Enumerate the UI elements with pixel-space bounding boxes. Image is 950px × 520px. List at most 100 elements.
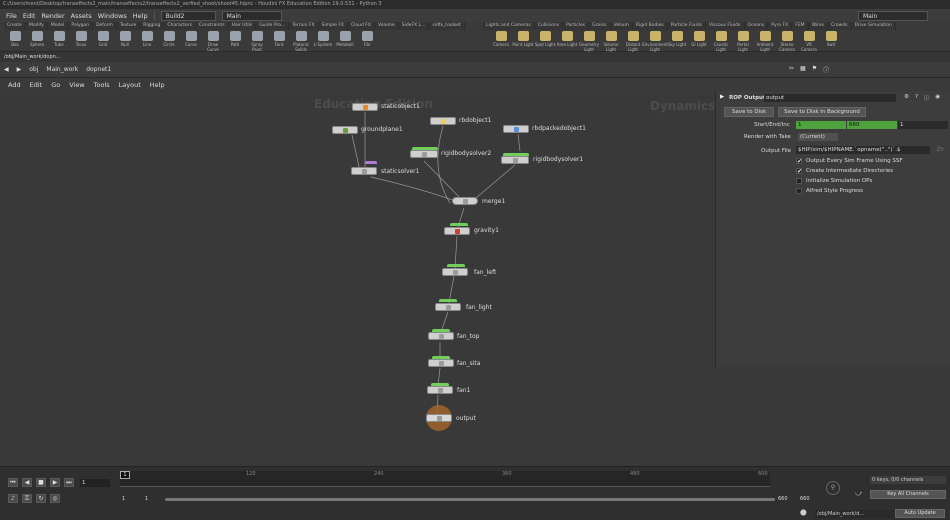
shelf-tool[interactable]: Font	[268, 31, 290, 52]
node-rbdpackedobject1[interactable]	[503, 125, 529, 133]
shelf-tab[interactable]: Oceans	[744, 22, 769, 30]
shelf-tool[interactable]: Metaball	[334, 31, 356, 52]
range-end2[interactable]: 660	[800, 496, 810, 502]
search-icon[interactable]: ⚲	[826, 481, 840, 495]
context-dropdown[interactable]: Main	[221, 10, 282, 21]
checkbox-output-every-frame[interactable]: ✔	[796, 158, 802, 165]
shelf-tab[interactable]: Grains	[589, 22, 611, 30]
key-icon[interactable]: ⚿	[22, 494, 32, 503]
shelf-tool[interactable]: Ambient Light	[754, 31, 776, 52]
node-fan-top[interactable]	[428, 332, 454, 340]
shelf-tab[interactable]: Characters	[164, 22, 196, 30]
shelf-tool[interactable]: Caustic Light	[710, 31, 732, 52]
net-menu-view[interactable]: View	[69, 81, 84, 89]
shelf-tab[interactable]: sidfx_toolset	[429, 22, 465, 30]
audio-icon[interactable]: ♪	[8, 494, 18, 503]
shelf-tab[interactable]: Particle Fluids	[667, 22, 706, 30]
shelf-tool[interactable]: Portal Light	[732, 31, 754, 52]
close-icon[interactable]: ◉	[935, 94, 940, 102]
curve-icon[interactable]: ⤻	[855, 489, 862, 498]
shelf-tool[interactable]: Sky Light	[666, 31, 688, 52]
net-crumb[interactable]: dopnet1	[86, 66, 111, 73]
obj-crumb[interactable]: obj	[29, 66, 38, 73]
shelf-tab[interactable]: Cloud FX	[348, 22, 375, 30]
path-tab[interactable]: /obj/Main_work/dopn...	[0, 52, 950, 62]
node-fan-left[interactable]	[442, 268, 468, 276]
node-name-field[interactable]: output	[764, 94, 896, 102]
shelf-tab[interactable]: Deform	[93, 22, 117, 30]
output-file-field[interactable]: $HIP/sim/$HIPNAME.`opname("..")`.$	[796, 146, 930, 154]
shelf-tool[interactable]: Spray Paint	[246, 31, 268, 52]
stop-button[interactable]: ■	[36, 478, 46, 487]
shelf-tool[interactable]: Torus	[70, 31, 92, 52]
shelf-tool[interactable]: Line	[136, 31, 158, 52]
node-fan-sita[interactable]	[428, 359, 454, 367]
forward-icon[interactable]: ▶	[17, 66, 22, 73]
increment-field[interactable]: 1	[898, 121, 948, 129]
shelf-tool[interactable]: Distant Light	[622, 31, 644, 52]
shelf-tool[interactable]: Draw Curve	[202, 31, 224, 52]
shelf-tool[interactable]: Spot Light	[534, 31, 556, 52]
shelf-tool[interactable]: GI Light	[688, 31, 710, 52]
checkbox-init-sim[interactable]	[796, 178, 802, 184]
tools-icon[interactable]: ✂	[789, 65, 794, 74]
node-rigidbodysolver2[interactable]	[410, 150, 438, 158]
node-groundplane1[interactable]	[332, 126, 358, 134]
shelf-tab[interactable]: Create	[4, 22, 26, 30]
key-all-channels-button[interactable]: Key All Channels	[870, 490, 946, 499]
auto-update-button[interactable]: Auto Update	[895, 509, 945, 518]
desktop-dropdown[interactable]: Build2	[160, 10, 216, 21]
checkbox-create-dirs[interactable]: ✔	[796, 168, 802, 175]
shelf-tab[interactable]: Pyro FX	[768, 22, 793, 30]
node-fan1[interactable]	[427, 386, 453, 394]
shelf-tool[interactable]: Tube	[48, 31, 70, 52]
shelf-tool[interactable]: File	[356, 31, 378, 52]
start-frame-field[interactable]: 1	[796, 121, 846, 129]
right-context-dropdown[interactable]: Main	[858, 10, 928, 21]
play-button[interactable]: ▶	[50, 478, 60, 487]
shelf-tab[interactable]: Polygon	[68, 22, 94, 30]
shelf-tool[interactable]: Stereo Camera	[776, 31, 798, 52]
menu-help[interactable]: Help	[133, 12, 148, 20]
shelf-tab[interactable]: Modify	[25, 22, 48, 30]
menu-render[interactable]: Render	[41, 12, 64, 20]
shelf-tool[interactable]: Sphere	[26, 31, 48, 52]
back-icon[interactable]: ◀	[4, 66, 9, 73]
shelf-tool[interactable]: Curve	[180, 31, 202, 52]
first-frame-button[interactable]: ⏮	[8, 478, 18, 487]
shelf-tool[interactable]: Grid	[92, 31, 114, 52]
node-staticobject1[interactable]	[352, 103, 378, 111]
shelf-tool[interactable]: Camera	[490, 31, 512, 52]
range-slider[interactable]	[165, 498, 775, 501]
shelf-tab[interactable]: SideFX L...	[398, 22, 430, 30]
node-staticsolver1[interactable]	[351, 167, 377, 175]
shelf-tool[interactable]: Volume Light	[600, 31, 622, 52]
net-menu-tools[interactable]: Tools	[94, 81, 110, 89]
shelf-tab[interactable]: Texture	[116, 22, 141, 30]
node-fan-light[interactable]	[435, 303, 461, 311]
shelf-tab[interactable]: Drive Simulation	[851, 22, 896, 30]
shelf-tab[interactable]: Wires	[808, 22, 829, 30]
node-gravity1[interactable]	[444, 227, 470, 235]
help-icon[interactable]: ?	[915, 94, 918, 102]
shelf-tab[interactable]: Viscous Fluids	[705, 22, 745, 30]
info-icon[interactable]: ⓘ	[823, 65, 829, 74]
shelf-tab[interactable]: Model	[47, 22, 69, 30]
shelf-tool[interactable]: Platonic Solids	[290, 31, 312, 52]
end-frame-field[interactable]: 660	[847, 121, 897, 129]
menu-file[interactable]: File	[6, 12, 17, 20]
shelf-tool[interactable]: Geometry Light	[578, 31, 600, 52]
net-menu-edit[interactable]: Edit	[30, 81, 43, 89]
node-rbdobject1[interactable]	[430, 117, 456, 125]
shelf-tool[interactable]: Swit	[820, 31, 842, 52]
checkbox-alfred-progress[interactable]	[796, 188, 802, 194]
shelf-tab[interactable]: Rigging	[140, 22, 165, 30]
shelf-tool[interactable]: Null	[114, 31, 136, 52]
shelf-tab[interactable]: Constraints	[195, 22, 229, 30]
shelf-tool[interactable]: VR Camera	[798, 31, 820, 52]
net-menu-help[interactable]: Help	[150, 81, 165, 89]
shelf-tab[interactable]: Terrain FX	[289, 22, 319, 30]
shelf-tool[interactable]: Path	[224, 31, 246, 52]
file-browse-icon[interactable]: 🗁	[937, 146, 944, 155]
loop-icon[interactable]: ↻	[36, 494, 46, 503]
